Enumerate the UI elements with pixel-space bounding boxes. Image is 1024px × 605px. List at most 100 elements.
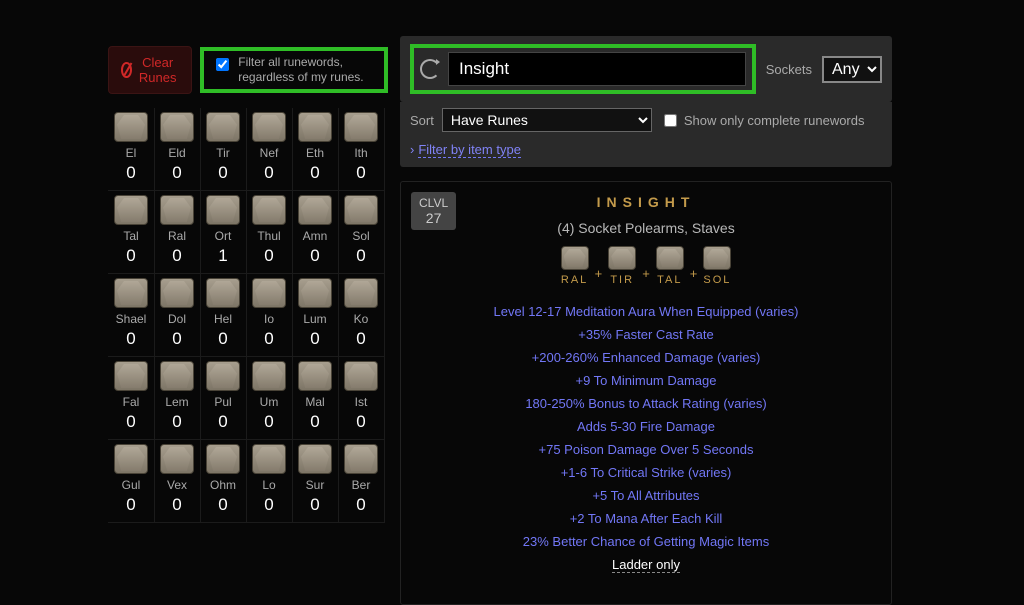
clear-runes-button[interactable]: Clear Runes <box>108 46 192 94</box>
rune-name: Io <box>246 310 292 328</box>
sockets-label: Sockets <box>766 62 812 77</box>
rune-cell-hel[interactable]: Hel0 <box>200 274 247 357</box>
detail-rune-ral: RAL <box>561 246 589 286</box>
rune-cell-ohm[interactable]: Ohm0 <box>200 440 247 523</box>
rune-count: 0 <box>246 494 292 516</box>
rune-cell-eth[interactable]: Eth0 <box>292 108 339 191</box>
mod-line: +1-6 To Critical Strike (varies) <box>413 461 879 484</box>
clear-icon <box>121 62 132 78</box>
rune-cell-ort[interactable]: Ort1 <box>200 191 247 274</box>
filter-item-type-link[interactable]: Filter by item type <box>418 142 521 158</box>
rune-icon <box>298 195 332 225</box>
rune-icon <box>298 361 332 391</box>
clear-runes-label: Clear Runes <box>136 55 179 85</box>
rune-icon <box>206 361 240 391</box>
rune-count: 0 <box>338 411 384 433</box>
rune-count: 0 <box>246 245 292 267</box>
rune-cell-ber[interactable]: Ber0 <box>338 440 385 523</box>
sort-select[interactable]: Have Runes <box>442 108 652 132</box>
rune-count: 0 <box>108 328 154 350</box>
rune-name: Pul <box>200 393 246 411</box>
rune-name: Lem <box>154 393 200 411</box>
rune-cell-lem[interactable]: Lem0 <box>154 357 201 440</box>
detail-rune-sol: SOL <box>703 246 731 286</box>
rune-cell-pul[interactable]: Pul0 <box>200 357 247 440</box>
rune-count: 0 <box>246 328 292 350</box>
rune-cell-amn[interactable]: Amn0 <box>292 191 339 274</box>
rune-name: Thul <box>246 227 292 245</box>
rune-name: Dol <box>154 310 200 328</box>
rune-name: Shael <box>108 310 154 328</box>
sort-label: Sort <box>410 113 434 128</box>
rune-name: Hel <box>200 310 246 328</box>
rune-cell-ral[interactable]: Ral0 <box>154 191 201 274</box>
rune-cell-ist[interactable]: Ist0 <box>338 357 385 440</box>
rune-cell-um[interactable]: Um0 <box>246 357 293 440</box>
rune-cell-ko[interactable]: Ko0 <box>338 274 385 357</box>
rune-icon <box>344 112 378 142</box>
rune-icon <box>344 361 378 391</box>
rune-name: Tir <box>200 144 246 162</box>
rune-cell-gul[interactable]: Gul0 <box>108 440 155 523</box>
rune-count: 0 <box>292 494 338 516</box>
sockets-select[interactable]: Any <box>822 56 882 83</box>
filter-all-highlight: Filter all runewords, regardless of my r… <box>200 47 388 93</box>
rune-cell-io[interactable]: Io0 <box>246 274 293 357</box>
rune-count: 0 <box>200 162 246 184</box>
rune-cell-sol[interactable]: Sol0 <box>338 191 385 274</box>
rune-name: Ral <box>154 227 200 245</box>
rune-count: 0 <box>154 328 200 350</box>
mod-line: 23% Better Chance of Getting Magic Items <box>413 530 879 553</box>
rune-cell-nef[interactable]: Nef0 <box>246 108 293 191</box>
rune-icon <box>160 278 194 308</box>
rune-cell-tir[interactable]: Tir0 <box>200 108 247 191</box>
rune-cell-tal[interactable]: Tal0 <box>108 191 155 274</box>
rune-icon <box>114 444 148 474</box>
rune-count: 0 <box>154 494 200 516</box>
rune-cell-ith[interactable]: Ith0 <box>338 108 385 191</box>
rune-count: 0 <box>108 245 154 267</box>
mod-line: Level 12-17 Meditation Aura When Equippe… <box>413 300 879 323</box>
mod-line: +9 To Minimum Damage <box>413 369 879 392</box>
rune-cell-el[interactable]: El0 <box>108 108 155 191</box>
rune-icon <box>114 195 148 225</box>
rune-count: 0 <box>292 411 338 433</box>
rune-count: 0 <box>154 411 200 433</box>
rune-icon <box>206 112 240 142</box>
rune-name: Lum <box>292 310 338 328</box>
rune-icon <box>160 361 194 391</box>
rune-count: 0 <box>200 411 246 433</box>
rune-name: El <box>108 144 154 162</box>
rune-grid: El0Eld0Tir0Nef0Eth0Ith0Tal0Ral0Ort1Thul0… <box>108 108 388 523</box>
filter-all-checkbox[interactable] <box>216 58 229 71</box>
sort-row: Sort Have Runes Show only complete runew… <box>400 102 892 138</box>
rune-cell-eld[interactable]: Eld0 <box>154 108 201 191</box>
rune-icon <box>206 444 240 474</box>
rune-name: Amn <box>292 227 338 245</box>
rune-icon <box>298 112 332 142</box>
rune-cell-thul[interactable]: Thul0 <box>246 191 293 274</box>
ladder-only-label: Ladder only <box>612 557 680 573</box>
rune-cell-lum[interactable]: Lum0 <box>292 274 339 357</box>
rune-icon <box>160 112 194 142</box>
rune-cell-fal[interactable]: Fal0 <box>108 357 155 440</box>
rune-cell-shael[interactable]: Shael0 <box>108 274 155 357</box>
rune-cell-dol[interactable]: Dol0 <box>154 274 201 357</box>
rune-icon <box>561 246 589 270</box>
rune-name: Ohm <box>200 476 246 494</box>
runes-row: RAL+TIR+TAL+SOL <box>413 246 879 286</box>
rune-cell-mal[interactable]: Mal0 <box>292 357 339 440</box>
rune-icon <box>298 444 332 474</box>
runeword-mods: Level 12-17 Meditation Aura When Equippe… <box>413 300 879 553</box>
rune-icon <box>252 112 286 142</box>
runeword-detail-card: CLVL 27 INSIGHT (4) Socket Polearms, Sta… <box>400 181 892 605</box>
rune-icon <box>206 195 240 225</box>
search-box-highlight <box>410 44 756 94</box>
show-complete-checkbox[interactable] <box>664 114 677 127</box>
rune-cell-vex[interactable]: Vex0 <box>154 440 201 523</box>
search-input[interactable] <box>448 52 746 86</box>
rune-cell-sur[interactable]: Sur0 <box>292 440 339 523</box>
rune-cell-lo[interactable]: Lo0 <box>246 440 293 523</box>
refresh-icon[interactable] <box>420 59 440 79</box>
rune-name: Ist <box>338 393 384 411</box>
